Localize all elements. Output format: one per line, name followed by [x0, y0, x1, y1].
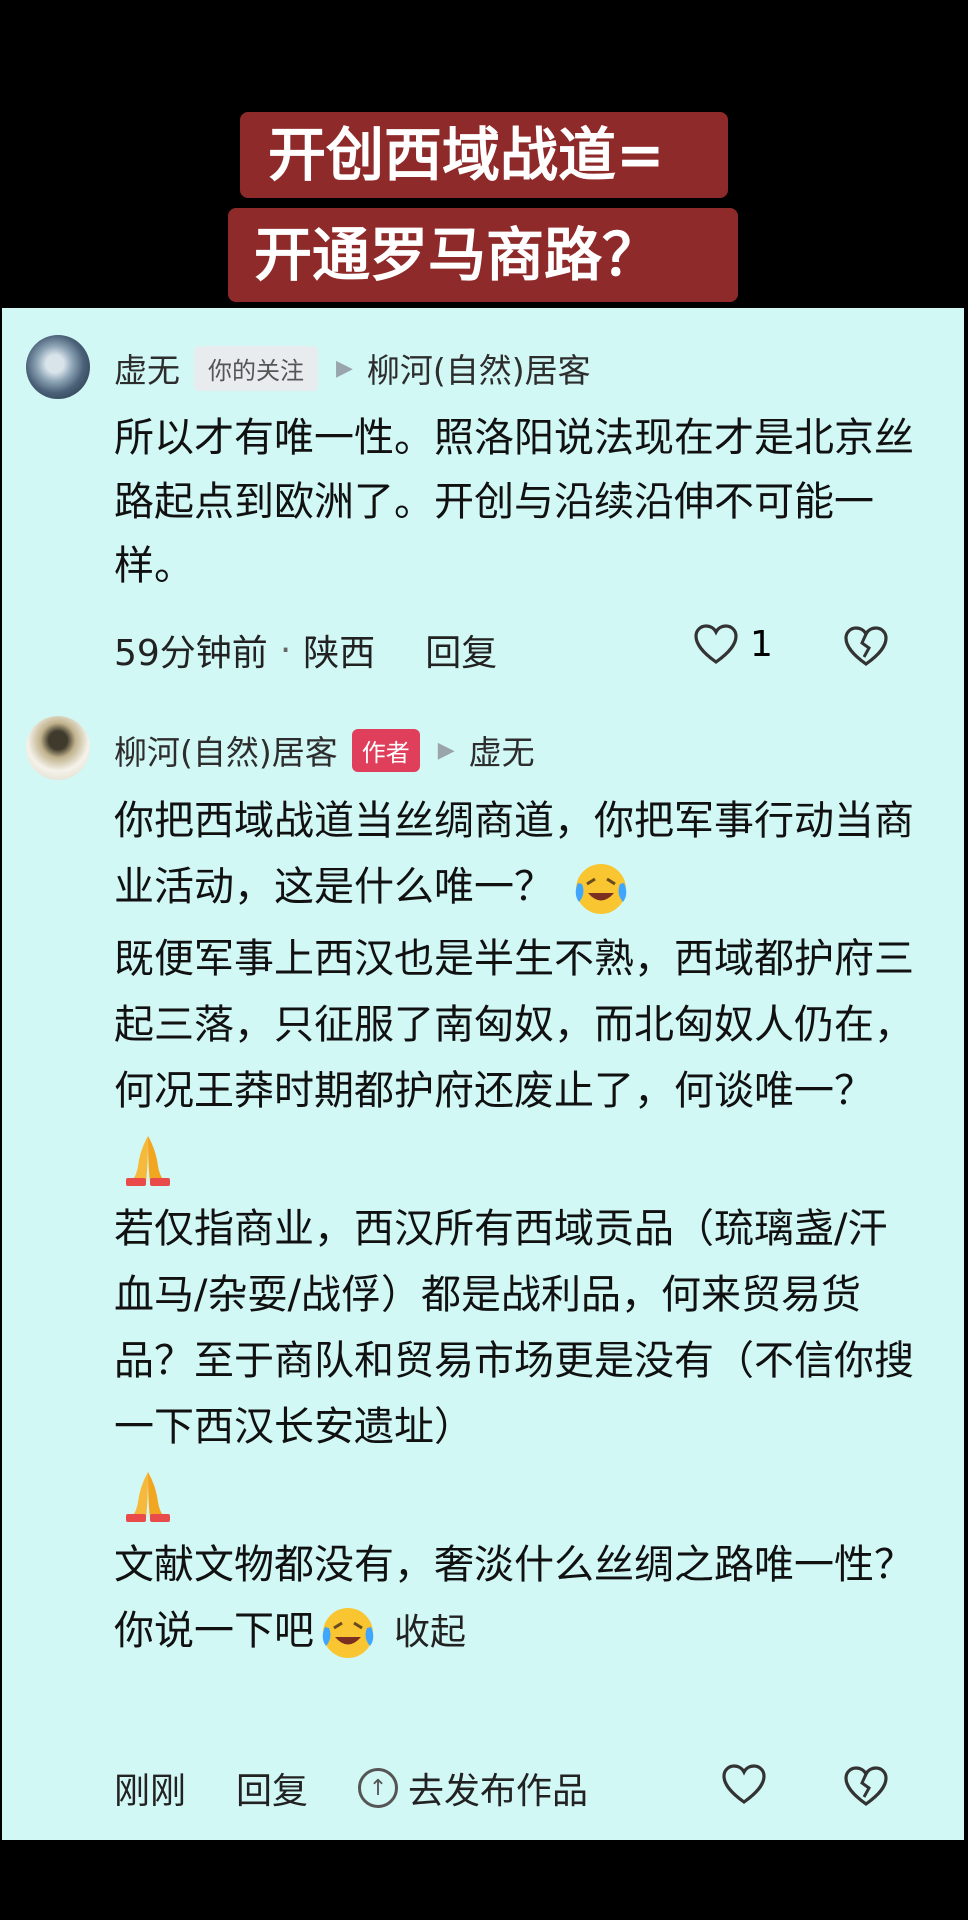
publish-button[interactable]: ↑ 去发布作品: [358, 1762, 588, 1814]
like-button[interactable]: [720, 1762, 768, 1806]
location: 陕西: [303, 633, 376, 674]
up-arrow-circle-icon: ↑: [358, 1768, 399, 1808]
follow-badge: 你的关注: [194, 345, 318, 391]
publish-label: 去发布作品: [408, 1771, 589, 1812]
heart-icon: [722, 1764, 766, 1804]
comment-meta: 虚无 你的关注 ▶ 柳河(自然)居客: [114, 344, 591, 392]
comment-text: 所以才有唯一性。照洛阳说法现在才是北京丝路起点到欧洲了。开创与沿续沿伸不可能一样…: [114, 415, 914, 589]
paragraph-text: 若仅指商业，西汉所有西域贡品（琉璃盏/汗血马/杂耍/战俘）都是战利品，何来贸易货…: [114, 1206, 914, 1450]
paragraph-text: 你把西域战道当丝绸商道，你把军事行动当商业活动，这是什么唯一？: [114, 798, 914, 910]
collapse-button[interactable]: 收起: [394, 1612, 466, 1653]
separator: ·: [279, 629, 292, 671]
comment-paragraph: 你把西域战道当丝绸商道，你把军事行动当商业活动，这是什么唯一？: [114, 788, 914, 920]
praying-hands-emoji: [126, 1136, 170, 1186]
timestamp: 59分钟前: [114, 633, 268, 674]
comment-meta: 柳河(自然)居客 作者 ▶ 虚无: [114, 726, 535, 774]
comment-actions: 59分钟前 · 陕西 回复: [114, 620, 924, 680]
username[interactable]: 虚无: [114, 344, 180, 392]
comment-actions: 刚刚 回复 ↑ 去发布作品: [114, 1758, 924, 1818]
comment-paragraph: 若仅指商业，西汉所有西域贡品（琉璃盏/汗血马/杂耍/战俘）都是战利品，何来贸易货…: [114, 1196, 914, 1526]
like-button[interactable]: 1: [692, 622, 773, 666]
praying-hands-emoji: [126, 1472, 170, 1522]
comment-panel: 虚无 你的关注 ▶ 柳河(自然)居客 所以才有唯一性。照洛阳说法现在才是北京丝路…: [2, 308, 964, 1840]
paragraph-text: 既便军事上西汉也是半生不熟，西域都护府三起三落，只征服了南匈奴，而北匈奴人仍在，…: [114, 936, 914, 1114]
video-title-line1: 开创西域战道=: [240, 112, 728, 198]
username[interactable]: 柳河(自然)居客: [114, 726, 338, 774]
author-badge: 作者: [351, 728, 420, 772]
broken-heart-icon: [844, 1766, 888, 1806]
comment-paragraph: 文献文物都没有，奢淡什么丝绸之路唯一性？你说一下吧 收起: [114, 1532, 914, 1666]
timestamp: 刚刚: [114, 1771, 187, 1812]
dislike-button[interactable]: [842, 624, 890, 668]
reply-to-user[interactable]: 柳河(自然)居客: [367, 344, 591, 392]
heart-icon: [694, 624, 738, 664]
arrow-icon: ▶: [336, 355, 353, 381]
dislike-button[interactable]: [842, 1764, 890, 1808]
arrow-icon: ▶: [437, 737, 455, 763]
avatar[interactable]: [26, 716, 90, 780]
broken-heart-icon: [844, 626, 888, 666]
comment-paragraph: 既便军事上西汉也是半生不熟，西域都护府三起三落，只征服了南匈奴，而北匈奴人仍在，…: [114, 926, 914, 1190]
video-title-line2: 开通罗马商路？: [228, 208, 738, 302]
comment-text: 你把西域战道当丝绸商道，你把军事行动当商业活动，这是什么唯一？ 既便军事上西汉也…: [114, 788, 914, 1672]
crying-laughing-emoji: [322, 1608, 374, 1658]
crying-laughing-emoji: [575, 864, 626, 914]
reply-button[interactable]: 回复: [236, 1762, 308, 1814]
like-count: 1: [750, 623, 773, 665]
reply-button[interactable]: 回复: [425, 624, 497, 676]
paragraph-text: 文献文物都没有，奢淡什么丝绸之路唯一性？你说一下吧: [114, 1542, 914, 1654]
reply-to-user[interactable]: 虚无: [469, 726, 535, 774]
avatar[interactable]: [26, 335, 90, 399]
